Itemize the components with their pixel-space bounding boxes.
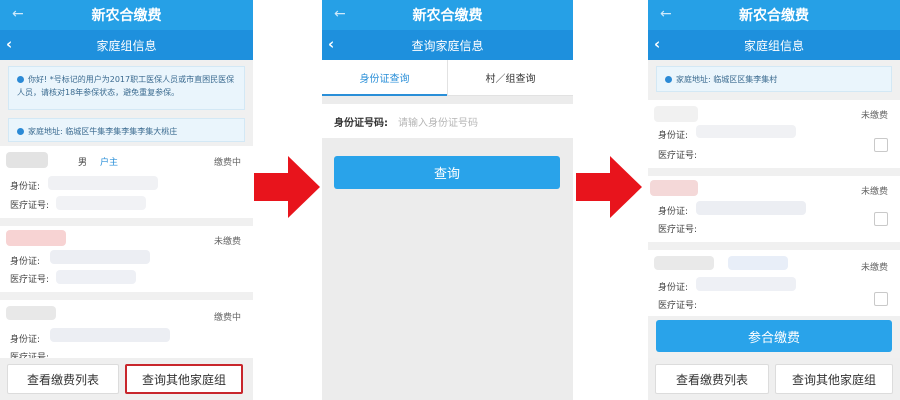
back-arrow-icon[interactable]: ← bbox=[12, 6, 24, 22]
button-label: 查看缴费列表 bbox=[26, 372, 99, 387]
page-title: 查询家庭信息 bbox=[411, 38, 484, 53]
chevron-left-icon[interactable]: ‹ bbox=[6, 35, 12, 53]
member-gender: 男 bbox=[78, 158, 88, 168]
status-badge: 未缴费 bbox=[860, 111, 888, 121]
avatar bbox=[6, 230, 66, 246]
sub-header: ‹ 家庭组信息 bbox=[648, 30, 900, 60]
view-payment-list-button[interactable]: 查看缴费列表 bbox=[7, 364, 119, 394]
status-badge: 缴费中 bbox=[213, 158, 241, 168]
app-bar: ← 新农合缴费 bbox=[322, 0, 573, 30]
sub-header: ‹ 家庭组信息 bbox=[0, 30, 253, 60]
address-text: 家庭地址: 临城区区集李集村 bbox=[676, 75, 778, 84]
button-label: 查询其他家庭组 bbox=[141, 372, 226, 387]
phone-family-result: ← 新农合缴费 ‹ 家庭组信息 家庭地址: 临城区区集李集村 未缴费 身份证: … bbox=[648, 0, 900, 400]
join-pay-button[interactable]: 参合缴费 bbox=[656, 320, 892, 352]
query-tabs: 身份证查询 村／组查询 bbox=[322, 60, 573, 96]
avatar bbox=[654, 256, 714, 270]
member-card[interactable]: 未缴费 身份证: 医疗证号: bbox=[648, 250, 900, 316]
checkbox-icon[interactable] bbox=[874, 138, 888, 152]
button-label: 参合缴费 bbox=[747, 330, 800, 346]
info-dot-icon bbox=[17, 128, 24, 135]
status-badge: 未缴费 bbox=[860, 187, 888, 197]
back-arrow-icon[interactable]: ← bbox=[334, 6, 346, 22]
phone-family-info: ← 新农合缴费 ‹ 家庭组信息 你好! *号标记的用户为2017职工医保人员或市… bbox=[0, 0, 253, 400]
checkbox-icon[interactable] bbox=[874, 292, 888, 306]
app-title: 新农合缴费 bbox=[91, 8, 162, 24]
chevron-left-icon[interactable]: ‹ bbox=[328, 35, 334, 53]
id-number-input[interactable]: 请输入身份证号码 bbox=[398, 114, 478, 129]
id-label: 身份证: bbox=[10, 335, 41, 345]
address-text: 家庭地址: 临城区牛集李集李集李集大桃庄 bbox=[28, 127, 178, 136]
id-label: 身份证: bbox=[658, 131, 689, 141]
address-box: 家庭地址: 临城区牛集李集李集李集大桃庄 bbox=[8, 118, 245, 142]
id-label: 身份证: bbox=[10, 182, 41, 192]
page-title: 家庭组信息 bbox=[96, 38, 157, 53]
avatar bbox=[654, 106, 698, 122]
query-button[interactable]: 查询 bbox=[334, 156, 560, 189]
checkbox-icon[interactable] bbox=[874, 212, 888, 226]
info-dot-icon bbox=[17, 76, 24, 83]
med-label: 医疗证号: bbox=[10, 201, 50, 211]
query-other-family-button[interactable]: 查询其他家庭组 bbox=[125, 364, 243, 394]
redacted-id bbox=[696, 201, 806, 215]
member-role: 户主 bbox=[100, 158, 119, 168]
notice-text: 你好! *号标记的用户为2017职工医保人员或市直困民医保人员，请核对18年参保… bbox=[17, 75, 235, 97]
button-label: 查询 bbox=[433, 167, 460, 182]
member-card[interactable]: 缴费中 身份证: 医疗证号: bbox=[0, 300, 253, 363]
address-box: 家庭地址: 临城区区集李集村 bbox=[656, 66, 892, 92]
redacted-id bbox=[696, 277, 796, 291]
tab-label: 身份证查询 bbox=[359, 74, 410, 85]
member-card[interactable]: 未缴费 身份证: 医疗证号: bbox=[648, 176, 900, 242]
id-label: 身份证: bbox=[658, 283, 689, 293]
id-label: 身份证: bbox=[10, 257, 41, 267]
redacted-id bbox=[50, 250, 150, 264]
tutorial-canvas: ← 新农合缴费 ‹ 家庭组信息 你好! *号标记的用户为2017职工医保人员或市… bbox=[0, 0, 900, 400]
chevron-left-icon[interactable]: ‹ bbox=[654, 35, 660, 53]
sub-header: ‹ 查询家庭信息 bbox=[322, 30, 573, 60]
id-number-row[interactable]: 身份证号码: 请输入身份证号码 bbox=[322, 104, 573, 138]
back-arrow-icon[interactable]: ← bbox=[660, 6, 672, 22]
app-title: 新农合缴费 bbox=[739, 8, 809, 24]
avatar bbox=[6, 306, 56, 320]
button-label: 查询其他家庭组 bbox=[791, 372, 876, 387]
avatar bbox=[6, 152, 48, 168]
med-label: 医疗证号: bbox=[10, 275, 50, 285]
med-label: 医疗证号: bbox=[658, 301, 698, 311]
phone-query-family: ← 新农合缴费 ‹ 查询家庭信息 身份证查询 村／组查询 身份证号码: 请输入身… bbox=[322, 0, 573, 400]
button-label: 查看缴费列表 bbox=[675, 372, 748, 387]
status-badge: 缴费中 bbox=[213, 313, 241, 323]
id-label: 身份证: bbox=[658, 207, 689, 217]
app-bar: ← 新农合缴费 bbox=[648, 0, 900, 30]
member-card[interactable]: 未缴费 身份证: 医疗证号: bbox=[0, 226, 253, 292]
bottom-action-bar: 查看缴费列表 查询其他家庭组 bbox=[0, 358, 253, 400]
status-badge: 未缴费 bbox=[213, 237, 241, 247]
view-payment-list-button[interactable]: 查看缴费列表 bbox=[655, 364, 769, 394]
red-arrow-icon bbox=[576, 156, 642, 218]
red-arrow-icon bbox=[254, 156, 320, 218]
tab-label: 村／组查询 bbox=[485, 74, 536, 85]
status-badge: 未缴费 bbox=[860, 263, 888, 273]
member-card[interactable]: 未缴费 身份证: 医疗证号: bbox=[648, 100, 900, 168]
redacted-med bbox=[56, 270, 136, 284]
med-label: 医疗证号: bbox=[658, 151, 698, 161]
notice-box: 你好! *号标记的用户为2017职工医保人员或市直困民医保人员，请核对18年参保… bbox=[8, 66, 245, 110]
redacted-id bbox=[696, 125, 796, 138]
tab-id-query[interactable]: 身份证查询 bbox=[322, 60, 447, 96]
redacted-id bbox=[48, 176, 158, 190]
member-card[interactable]: 男 户主 缴费中 身份证: 医疗证号: bbox=[0, 146, 253, 218]
med-label: 医疗证号: bbox=[658, 225, 698, 235]
info-dot-icon bbox=[665, 76, 672, 83]
app-title: 新农合缴费 bbox=[412, 8, 483, 24]
query-other-family-button[interactable]: 查询其他家庭组 bbox=[775, 364, 893, 394]
bottom-action-bar: 查看缴费列表 查询其他家庭组 bbox=[648, 358, 900, 400]
tab-village-query[interactable]: 村／组查询 bbox=[447, 60, 573, 95]
avatar bbox=[650, 180, 698, 196]
page-title: 家庭组信息 bbox=[743, 38, 804, 53]
redacted-name bbox=[728, 256, 788, 270]
id-number-label: 身份证号码: bbox=[334, 117, 388, 129]
redacted-med bbox=[56, 196, 146, 210]
redacted-id bbox=[50, 328, 170, 342]
app-bar: ← 新农合缴费 bbox=[0, 0, 253, 30]
